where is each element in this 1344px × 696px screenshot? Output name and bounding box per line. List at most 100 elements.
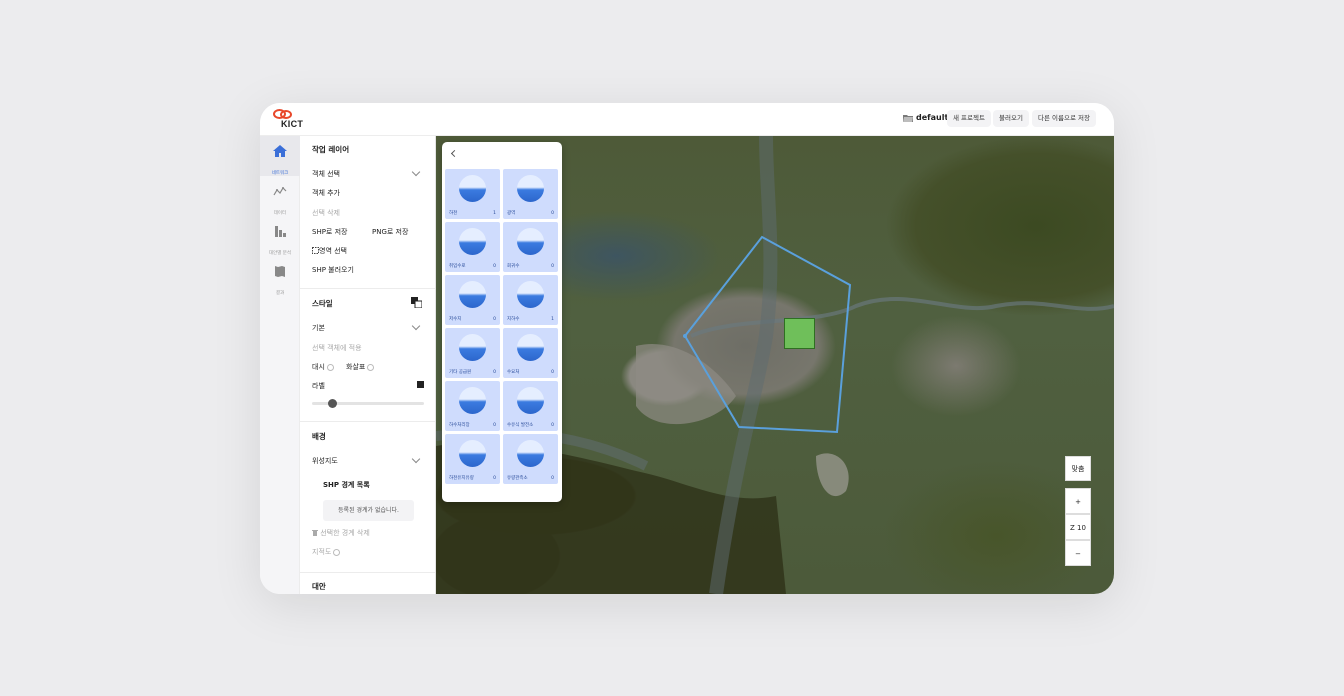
chart-line-icon [273,187,287,196]
node-type-count: 0 [493,423,496,428]
empty-boundary-message: 등록된 경계가 없습니다. [323,500,414,521]
intake-channel-icon [459,228,486,255]
node-type-count: 0 [493,317,496,322]
dash-label: 대시 [312,363,325,371]
divider [300,288,435,289]
arrow-radio[interactable] [367,363,375,371]
reservoir-icon [459,281,486,308]
gauge-station-icon [517,440,544,467]
fit-button[interactable]: 맞춤 [1065,456,1091,481]
cadastral-toggle[interactable]: 지적도 [312,547,341,557]
divider [300,572,435,573]
demand-icon [517,334,544,361]
node-type-count: 0 [551,211,554,216]
node-type-card[interactable]: 취입수로 0 [445,222,500,272]
dash-radio[interactable] [326,363,334,371]
zoom-in-button[interactable]: + [1065,488,1091,514]
style-slider-track[interactable] [312,399,424,408]
node-type-card[interactable]: 하천유지유량 0 [445,434,500,484]
node-type-name: 취입수로 [449,264,466,269]
node-type-card[interactable]: 광역 0 [503,169,558,219]
divider [300,421,435,422]
save-png-button[interactable]: PNG로 저장 [372,227,408,237]
delete-selection-button[interactable]: 선택 삭제 [312,208,340,218]
label-color-swatch[interactable] [417,381,424,388]
save-shp-button[interactable]: SHP로 저장 [312,227,347,237]
node-type-name: 유량관측소 [507,476,528,481]
nav-label: 결과 [275,291,285,296]
apply-selected-button[interactable]: 선택 객체에 적용 [312,343,362,353]
top-header: KICT default 새 프로젝트 불러오기 다른 이름으로 저장 [260,103,1114,136]
nav-item-analysis[interactable]: 대안별 분석 [260,216,300,256]
back-chevron-icon[interactable] [450,149,459,158]
zoom-out-button[interactable]: − [1065,540,1091,566]
dash-toggle[interactable]: 대시 [312,362,334,372]
node-type-count: 1 [493,211,496,216]
node-type-panel: 하천 1 광역 0 취입수로 0 회귀수 0 저수지 0 지하수 1 기타 공급원 0 수요처 0 하수처리장 0… [442,142,562,502]
delete-boundary-label: 선택한 경계 삭제 [320,529,370,537]
load-shp-button[interactable]: SHP 불러오기 [312,265,354,275]
river-icon [459,175,486,202]
node-type-name: 기타 공급원 [449,370,472,375]
object-select-dropdown[interactable]: 객체 선택 [312,169,340,179]
sewage-plant-icon [459,387,486,414]
node-type-card[interactable]: 저수지 0 [445,275,500,325]
alternative-title: 대안 [312,582,326,591]
nav-item-data[interactable]: 데이터 [260,176,300,216]
home-icon [273,145,287,157]
style-title: 스타일 [312,299,333,308]
node-type-card[interactable]: 하천 1 [445,169,500,219]
new-project-button[interactable]: 새 프로젝트 [947,110,991,127]
cadastral-label: 지적도 [312,548,332,556]
logo-text: KICT [281,119,304,129]
node-type-count: 0 [493,264,496,269]
delete-boundary-button[interactable]: 선택한 경계 삭제 [312,528,370,538]
shp-boundary-title: SHP 경계 목록 [323,481,370,489]
node-type-name: 수요처 [507,370,520,375]
node-type-name: 하천 [449,211,458,216]
area-select-icon [312,247,319,254]
chevron-down-icon[interactable] [411,454,421,464]
node-type-card[interactable]: 수유식 발전소 0 [503,381,558,431]
style-preset-dropdown[interactable]: 기본 [312,323,325,333]
arrow-label: 화살표 [346,363,366,371]
area-select-button[interactable]: 영역 선택 [312,246,347,256]
chevron-down-icon[interactable] [411,321,421,331]
add-object-button[interactable]: 객체 추가 [312,188,340,198]
node-type-name: 회귀수 [507,264,520,269]
chevron-down-icon[interactable] [411,167,421,177]
node-type-card[interactable]: 유량관측소 0 [503,434,558,484]
map-icon [275,266,285,277]
nav-item-network[interactable]: 네트워크 [260,136,300,176]
save-as-button[interactable]: 다른 이름으로 저장 [1032,110,1096,127]
node-type-name: 하수처리장 [449,423,470,428]
style-slider-handle[interactable] [328,399,338,408]
color-swatch-icon[interactable] [411,297,422,308]
selected-feature[interactable] [784,318,815,349]
bar-chart-icon [275,226,286,237]
node-type-card[interactable]: 회귀수 0 [503,222,558,272]
satellite-map[interactable]: 하천 1 광역 0 취입수로 0 회귀수 0 저수지 0 지하수 1 기타 공급원 0 수요처 0 하수처리장 0… [436,136,1114,594]
background-title: 배경 [312,432,326,441]
node-type-count: 0 [551,476,554,481]
folder-icon [903,114,913,122]
label-title: 라벨 [312,382,325,390]
work-layer-title: 작업 레이어 [312,145,350,154]
node-type-name: 저수지 [449,317,462,322]
node-type-count: 0 [551,264,554,269]
sidebar: 작업 레이어 객체 선택 객체 추가 선택 삭제 SHP로 저장 PNG로 저장… [300,136,436,594]
basemap-dropdown[interactable]: 위성지도 [312,456,338,466]
app-window: KICT default 새 프로젝트 불러오기 다른 이름으로 저장 네트워크… [260,103,1114,594]
open-project-button[interactable]: 불러오기 [993,110,1029,127]
node-type-count: 0 [493,370,496,375]
node-type-card[interactable]: 기타 공급원 0 [445,328,500,378]
arrow-toggle[interactable]: 화살표 [346,362,375,372]
node-type-card[interactable]: 하수처리장 0 [445,381,500,431]
node-type-count: 0 [551,423,554,428]
node-type-name: 광역 [507,211,516,216]
node-type-card[interactable]: 지하수 1 [503,275,558,325]
nav-item-result[interactable]: 결과 [260,256,300,296]
node-type-card[interactable]: 수요처 0 [503,328,558,378]
node-type-count: 1 [551,317,554,322]
cadastral-radio[interactable] [333,548,341,556]
